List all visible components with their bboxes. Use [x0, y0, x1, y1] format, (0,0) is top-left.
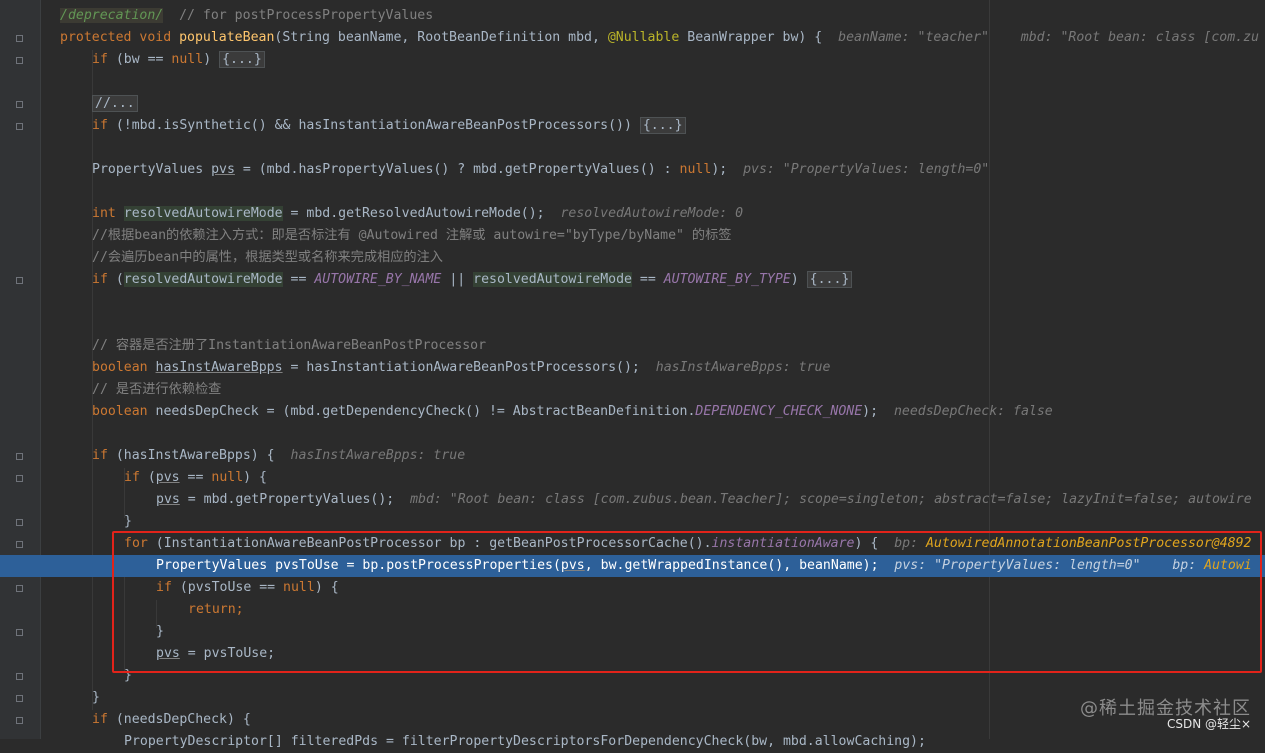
- code-line[interactable]: }: [92, 687, 100, 709]
- fold-marker-icon[interactable]: [16, 101, 23, 108]
- debug-inline-value: mbd: "Root bean: class [com.zu: [1020, 30, 1259, 45]
- code-line[interactable]: if (resolvedAutowireMode == AUTOWIRE_BY_…: [92, 269, 853, 291]
- code-line[interactable]: boolean hasInstAwareBpps = hasInstantiat…: [92, 357, 830, 379]
- debug-inline-value: pvs: "PropertyValues: length=0": [743, 162, 990, 177]
- code-line[interactable]: PropertyValues pvs = (mbd.hasPropertyVal…: [92, 159, 989, 181]
- code-comment: //会遍历bean中的属性，根据类型或名称来完成相应的注入: [92, 250, 443, 265]
- fold-marker-icon[interactable]: [16, 123, 23, 130]
- fold-marker-icon[interactable]: [16, 519, 23, 526]
- fold-marker-icon[interactable]: [16, 35, 23, 42]
- author-watermark: CSDN @轻尘×: [1167, 717, 1252, 731]
- gutter-separator: [40, 0, 41, 739]
- code-line[interactable]: if (bw == null) {...}: [92, 49, 265, 71]
- fold-marker-icon[interactable]: [16, 717, 23, 724]
- code-line-partial[interactable]: PropertyDescriptor[] filteredPds = filte…: [124, 731, 926, 753]
- debug-inline-value: beanName: "teacher": [838, 30, 989, 45]
- code-line[interactable]: }: [124, 511, 132, 533]
- fold-marker-icon[interactable]: [16, 585, 23, 592]
- method-signature[interactable]: protected void populateBean(String beanN…: [60, 27, 1259, 49]
- fold-marker-icon[interactable]: [16, 673, 23, 680]
- debug-inline-value: hasInstAwareBpps: true: [290, 448, 466, 463]
- code-comment: // 是否进行依赖检查: [92, 382, 222, 397]
- code-line[interactable]: if (hasInstAwareBpps) { hasInstAwareBpps…: [92, 445, 465, 467]
- deprecation-tag: /deprecation/: [60, 8, 164, 23]
- fold-marker-icon[interactable]: [16, 277, 23, 284]
- debug-inline-value: needsDepCheck: false: [893, 404, 1053, 419]
- code-line[interactable]: int resolvedAutowireMode = mbd.getResolv…: [92, 203, 743, 225]
- code-line[interactable]: /deprecation/ // for postProcessProperty…: [60, 5, 433, 27]
- folded-block[interactable]: {...}: [639, 117, 686, 134]
- fold-marker-icon[interactable]: [16, 475, 23, 482]
- fold-marker-icon[interactable]: [16, 57, 23, 64]
- fold-marker-icon[interactable]: [16, 695, 23, 702]
- fold-marker-icon[interactable]: [16, 629, 23, 636]
- code-line[interactable]: //...: [92, 93, 138, 115]
- code-line[interactable]: if (needsDepCheck) {: [92, 709, 251, 731]
- debug-inline-value: hasInstAwareBpps: true: [655, 360, 831, 375]
- code-comment: // 容器是否注册了InstantiationAwareBeanPostProc…: [92, 338, 487, 353]
- folded-block[interactable]: {...}: [219, 51, 265, 68]
- debug-inline-value: resolvedAutowireMode: 0: [560, 206, 744, 221]
- code-line[interactable]: pvs = mbd.getPropertyValues(); mbd: "Roo…: [156, 489, 1252, 511]
- code-line[interactable]: if (!mbd.isSynthetic() && hasInstantiati…: [92, 115, 686, 137]
- debug-inline-value: mbd: "Root bean: class [com.zubus.bean.T…: [410, 492, 1252, 507]
- fold-marker-icon[interactable]: [16, 453, 23, 460]
- highlight-annotation-box: [112, 531, 1262, 673]
- code-line[interactable]: boolean needsDepCheck = (mbd.getDependen…: [92, 401, 1053, 423]
- fold-marker-icon[interactable]: [16, 541, 23, 548]
- folded-comment[interactable]: //...: [92, 95, 138, 112]
- code-line[interactable]: if (pvs == null) {: [124, 467, 267, 489]
- folded-block[interactable]: {...}: [806, 271, 853, 288]
- code-comment: //根据bean的依赖注入方式：即是否标注有 @Autowired 注解或 au…: [92, 228, 732, 243]
